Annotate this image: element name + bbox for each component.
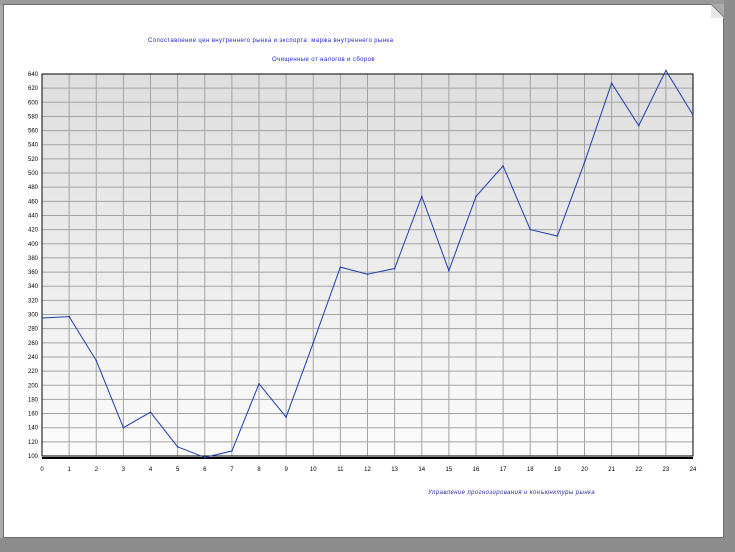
y-tick-label: 340	[28, 284, 39, 290]
x-tick-label: 1	[67, 467, 71, 473]
x-tick-label: 8	[257, 467, 261, 473]
data-point	[556, 235, 559, 237]
x-tick-label: 12	[364, 467, 371, 473]
data-point	[393, 267, 396, 270]
x-tick-label: 17	[500, 467, 507, 473]
data-point	[122, 426, 125, 429]
data-point	[420, 195, 423, 198]
x-tick-label: 19	[554, 467, 561, 473]
x-tick-label: 7	[230, 467, 234, 473]
x-tick-label: 6	[203, 467, 207, 473]
data-point	[665, 69, 667, 72]
data-point	[68, 315, 70, 318]
line-chart: 0 1 2 3 4 5 6 7 8 9 10 11 12 13 14 15 16 17 18 19 20 21 22 23 24…	[28, 69, 697, 473]
data-point	[637, 124, 640, 127]
y-tick-label: 320	[28, 298, 39, 304]
x-tick-label: 0	[40, 467, 44, 473]
x-tick-label: 22	[635, 467, 642, 473]
data-point	[502, 165, 504, 167]
chart-footer-source: Управление прогнозирования и конъюнктуры…	[428, 490, 596, 496]
x-tick-label: 15	[446, 467, 453, 473]
data-point	[475, 195, 477, 198]
data-point	[285, 416, 287, 418]
y-tick-label: 560	[28, 129, 39, 135]
data-point	[231, 450, 233, 452]
data-point	[529, 228, 532, 231]
data-point	[692, 114, 694, 116]
data-point	[610, 82, 613, 84]
y-tick-label: 460	[28, 199, 39, 205]
y-tick-label: 180	[28, 397, 39, 403]
y-tick-label: 220	[28, 369, 39, 375]
x-tick-label: 2	[95, 467, 99, 473]
y-tick-label: 600	[28, 100, 39, 106]
y-tick-label: 480	[28, 185, 39, 191]
data-point	[339, 266, 342, 268]
y-tick-label: 360	[28, 270, 39, 276]
x-tick-label: 18	[527, 467, 534, 473]
x-tick-label: 20	[581, 467, 588, 473]
data-point	[149, 411, 152, 413]
data-point	[95, 359, 98, 362]
x-tick-label: 10	[310, 467, 317, 473]
x-tick-label: 14	[418, 467, 425, 473]
y-tick-label: 160	[28, 412, 39, 418]
data-point	[366, 273, 369, 275]
y-tick-label: 400	[28, 242, 39, 248]
y-tick-label: 580	[28, 114, 39, 120]
y-tick-label: 440	[28, 213, 39, 219]
y-tick-label: 200	[28, 383, 39, 389]
y-tick-label: 280	[28, 327, 39, 333]
y-tick-label: 240	[28, 355, 39, 361]
x-tick-label: 23	[663, 467, 670, 473]
data-point	[448, 269, 450, 272]
x-tick-label: 9	[284, 467, 288, 473]
y-tick-label: 500	[28, 171, 39, 177]
y-tick-label: 420	[28, 228, 39, 234]
x-tick-label: 13	[391, 467, 398, 473]
data-point	[176, 446, 179, 448]
x-tick-label: 3	[122, 467, 126, 473]
data-point	[203, 456, 206, 459]
x-tick-label: 11	[337, 467, 344, 473]
y-tick-label: 120	[28, 440, 39, 446]
y-tick-label: 380	[28, 256, 39, 262]
data-point	[583, 161, 586, 164]
x-tick-label: 5	[176, 467, 180, 473]
y-tick-label: 260	[28, 341, 39, 347]
y-tick-label: 540	[28, 143, 39, 149]
y-tick-label: 520	[28, 157, 39, 163]
y-tick-label: 620	[28, 86, 39, 92]
x-tick-label: 24	[690, 467, 697, 473]
x-tick-label: 21	[608, 467, 615, 473]
y-tick-label: 100	[28, 454, 39, 460]
x-tick-label: 4	[149, 467, 153, 473]
y-tick-label: 140	[28, 426, 39, 432]
data-point	[258, 383, 260, 385]
y-tick-label: 300	[28, 313, 39, 319]
data-point	[41, 317, 43, 319]
data-point	[312, 342, 315, 344]
x-tick-label: 16	[473, 467, 480, 473]
y-tick-label: 640	[28, 72, 39, 78]
